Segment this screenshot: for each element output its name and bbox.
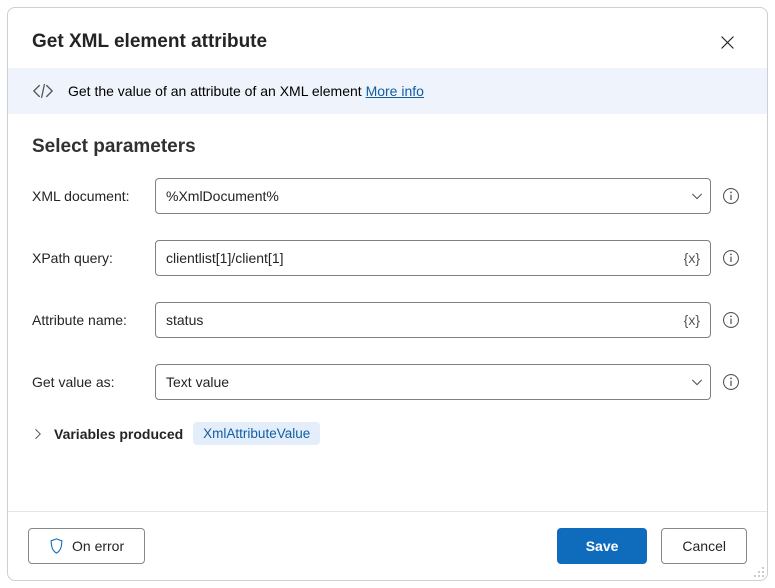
section-title: Select parameters [32, 136, 743, 158]
help-icon[interactable] [719, 370, 743, 394]
close-icon [720, 35, 735, 50]
select-get-value-as[interactable]: Text value [155, 364, 711, 400]
cancel-button[interactable]: Cancel [661, 528, 747, 564]
label-attribute-name: Attribute name: [32, 312, 147, 328]
input-xpath-query[interactable]: clientlist[1]/client[1] {x} [155, 240, 711, 276]
dialog-footer: On error Save Cancel [8, 511, 767, 580]
chevron-right-icon [32, 428, 44, 440]
value-get-value-as: Text value [166, 374, 690, 390]
label-get-value-as: Get value as: [32, 374, 147, 390]
help-icon[interactable] [719, 184, 743, 208]
variable-picker-icon[interactable]: {x} [684, 250, 700, 266]
close-button[interactable] [711, 26, 743, 58]
info-strip: Get the value of an attribute of an XML … [8, 68, 767, 114]
shield-icon [49, 538, 64, 554]
row-xml-document: XML document: %XmlDocument% [32, 178, 743, 214]
value-xml-document: %XmlDocument% [166, 188, 690, 204]
on-error-label: On error [72, 538, 124, 554]
label-xml-document: XML document: [32, 188, 147, 204]
save-label: Save [586, 538, 619, 554]
input-attribute-name[interactable]: status {x} [155, 302, 711, 338]
info-text-content: Get the value of an attribute of an XML … [68, 83, 362, 99]
dialog: Get XML element attribute Get the value … [7, 7, 768, 581]
footer-right: Save Cancel [557, 528, 747, 564]
value-attribute-name: status [166, 312, 684, 328]
chevron-down-icon [690, 189, 704, 203]
row-xpath-query: XPath query: clientlist[1]/client[1] {x} [32, 240, 743, 276]
row-attribute-name: Attribute name: status {x} [32, 302, 743, 338]
chevron-down-icon [690, 375, 704, 389]
dialog-header: Get XML element attribute [8, 8, 767, 68]
row-get-value-as: Get value as: Text value [32, 364, 743, 400]
save-button[interactable]: Save [557, 528, 648, 564]
variables-produced-row[interactable]: Variables produced XmlAttributeValue [32, 422, 743, 449]
variable-pill[interactable]: XmlAttributeValue [193, 422, 320, 445]
dialog-title: Get XML element attribute [32, 31, 267, 53]
more-info-link[interactable]: More info [366, 83, 424, 99]
label-xpath-query: XPath query: [32, 250, 147, 266]
value-xpath-query: clientlist[1]/client[1] [166, 250, 684, 266]
variable-picker-icon[interactable]: {x} [684, 312, 700, 328]
help-icon[interactable] [719, 246, 743, 270]
cancel-label: Cancel [682, 538, 726, 554]
resize-grip-icon[interactable] [751, 564, 765, 578]
help-icon[interactable] [719, 308, 743, 332]
on-error-button[interactable]: On error [28, 528, 145, 564]
dialog-body: Select parameters XML document: %XmlDocu… [8, 114, 767, 511]
code-icon [32, 82, 54, 100]
info-text: Get the value of an attribute of an XML … [68, 83, 424, 99]
input-xml-document[interactable]: %XmlDocument% [155, 178, 711, 214]
variables-produced-label: Variables produced [54, 426, 183, 442]
